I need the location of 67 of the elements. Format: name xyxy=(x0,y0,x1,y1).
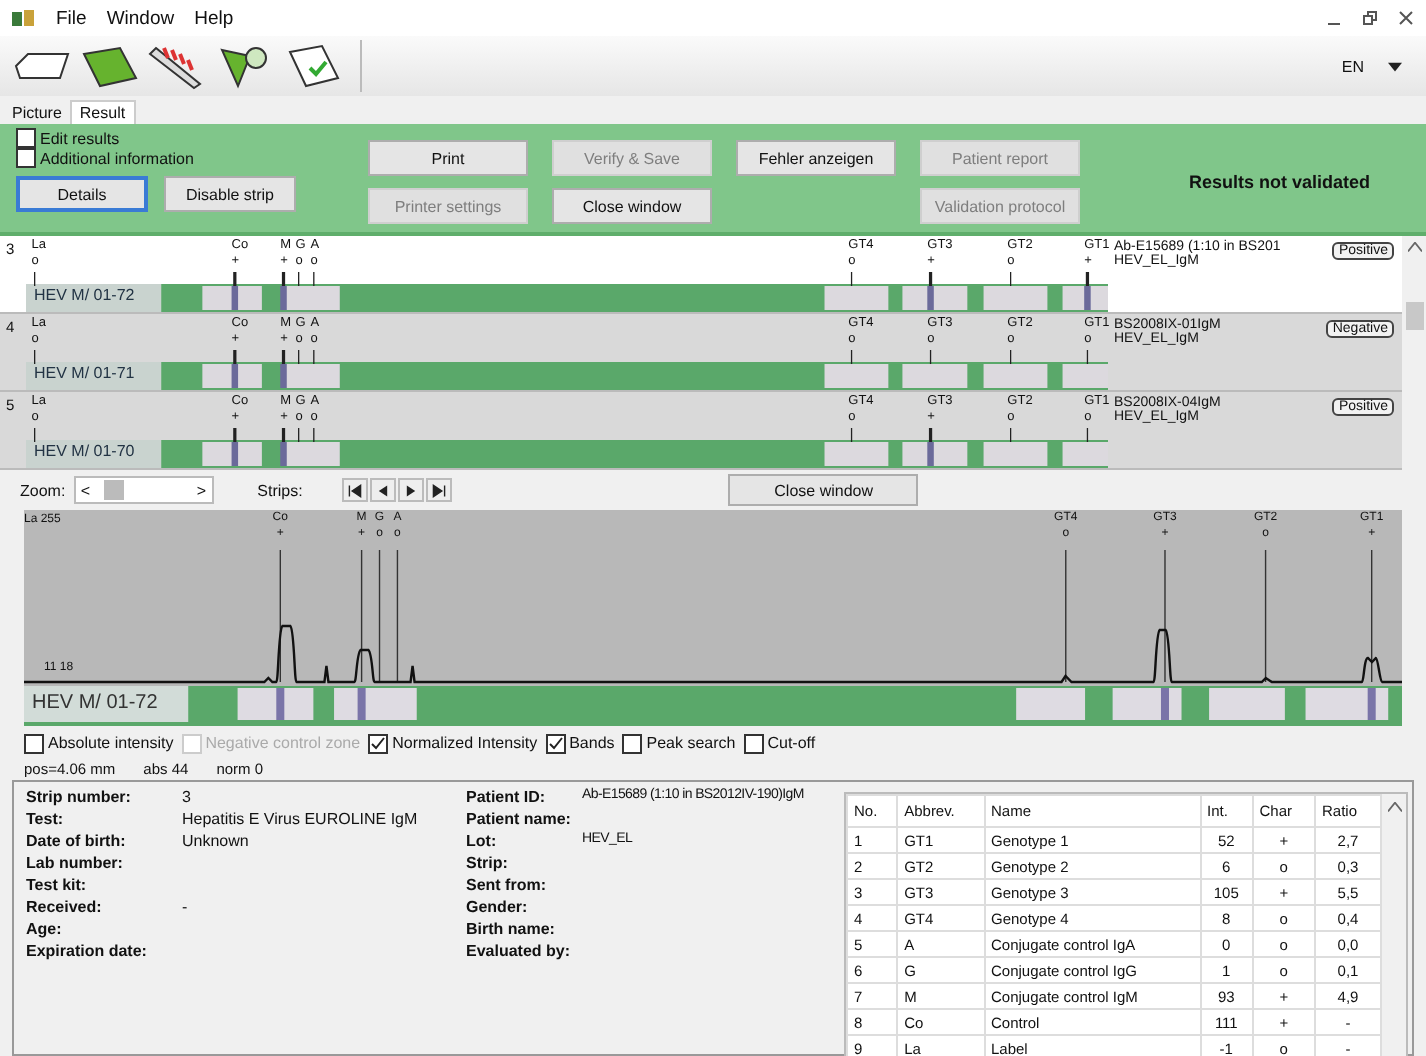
language-selector[interactable]: EN xyxy=(1341,57,1364,75)
scroll-up-icon[interactable] xyxy=(1387,802,1401,812)
checkbox[interactable]: Cut-off xyxy=(743,733,816,753)
last-button[interactable] xyxy=(426,478,453,502)
field-label: Patient ID: xyxy=(466,788,548,810)
caret-icon[interactable] xyxy=(1388,61,1402,71)
document-icon[interactable] xyxy=(284,42,344,90)
button[interactable]: Close window xyxy=(552,188,712,224)
tab[interactable]: Picture xyxy=(4,102,70,124)
field-label: Patient name: xyxy=(466,810,573,832)
field-value: 3 xyxy=(182,788,191,810)
field-label: Sent from: xyxy=(466,876,548,898)
field-label: Strip: xyxy=(466,854,510,876)
scrollbar-thumb[interactable] xyxy=(1405,302,1423,330)
field-value: - xyxy=(182,898,188,920)
strips-label: Strips: xyxy=(257,481,303,499)
skip-back-icon xyxy=(348,484,363,498)
button[interactable]: Print xyxy=(368,140,528,176)
field-label: Gender: xyxy=(466,898,530,920)
validation-status: Results not validated xyxy=(1188,172,1370,192)
restore-icon[interactable] xyxy=(1362,10,1378,26)
field-label: Expiration date: xyxy=(26,942,149,964)
strip-label: HEV M/ 01-70 xyxy=(34,442,135,460)
checkmark-icon xyxy=(547,735,564,751)
checkbox[interactable]: Bands xyxy=(545,733,615,753)
next-button[interactable] xyxy=(398,478,425,502)
close-icon[interactable] xyxy=(1398,10,1414,26)
field-label: Strip number: xyxy=(26,788,133,810)
triangle-right-icon xyxy=(404,484,419,498)
skip-forward-icon xyxy=(432,484,447,498)
menu-item[interactable]: Window xyxy=(106,7,175,29)
field-label: Lot: xyxy=(466,832,499,854)
zoom-label: Zoom: xyxy=(20,481,66,499)
checkbox[interactable]: Absolute intensity xyxy=(24,733,174,753)
menu-item[interactable]: File xyxy=(56,7,87,29)
checkbox[interactable]: Additional information xyxy=(16,148,328,168)
scroll-up-icon[interactable] xyxy=(1407,242,1421,252)
checkbox[interactable]: Edit results xyxy=(16,128,328,148)
close-window-button[interactable]: Close window xyxy=(728,474,919,506)
field-label: Evaluated by: xyxy=(466,942,573,964)
tab[interactable]: Result xyxy=(69,100,136,124)
field-label: Date of birth: xyxy=(26,832,128,854)
card-icon[interactable] xyxy=(80,42,140,90)
field-label: Test kit: xyxy=(26,876,89,898)
field-label: Received: xyxy=(26,898,104,920)
previous-button[interactable] xyxy=(370,478,397,502)
field-value: Hepatitis E Virus EUROLINE IgM xyxy=(182,810,418,832)
triangle-left-icon xyxy=(376,484,391,498)
menu-item[interactable]: Help xyxy=(194,7,234,29)
field-label: Test: xyxy=(26,810,66,832)
scrollbar[interactable] xyxy=(1382,794,1406,1056)
checkbox[interactable]: Peak search xyxy=(622,733,736,753)
scrollbar[interactable] xyxy=(1402,236,1426,470)
field-value: Unknown xyxy=(182,832,249,854)
app-icon xyxy=(12,8,36,28)
checkmark-icon xyxy=(370,735,387,751)
strip-label: HEV M/ 01-72 xyxy=(32,692,158,714)
field-label: Birth name: xyxy=(466,920,557,942)
button[interactable]: Disable strip xyxy=(164,176,296,212)
strip-label: HEV M/ 01-71 xyxy=(34,364,135,382)
first-button[interactable] xyxy=(342,478,369,502)
button[interactable]: Fehler anzeigen xyxy=(736,140,896,176)
strip-label: HEV M/ 01-72 xyxy=(34,286,135,304)
button[interactable]: Details xyxy=(16,176,148,212)
field-label: Age: xyxy=(26,920,64,942)
checkbox[interactable]: Normalized Intensity xyxy=(368,733,538,753)
field-label: Lab number: xyxy=(26,854,125,876)
